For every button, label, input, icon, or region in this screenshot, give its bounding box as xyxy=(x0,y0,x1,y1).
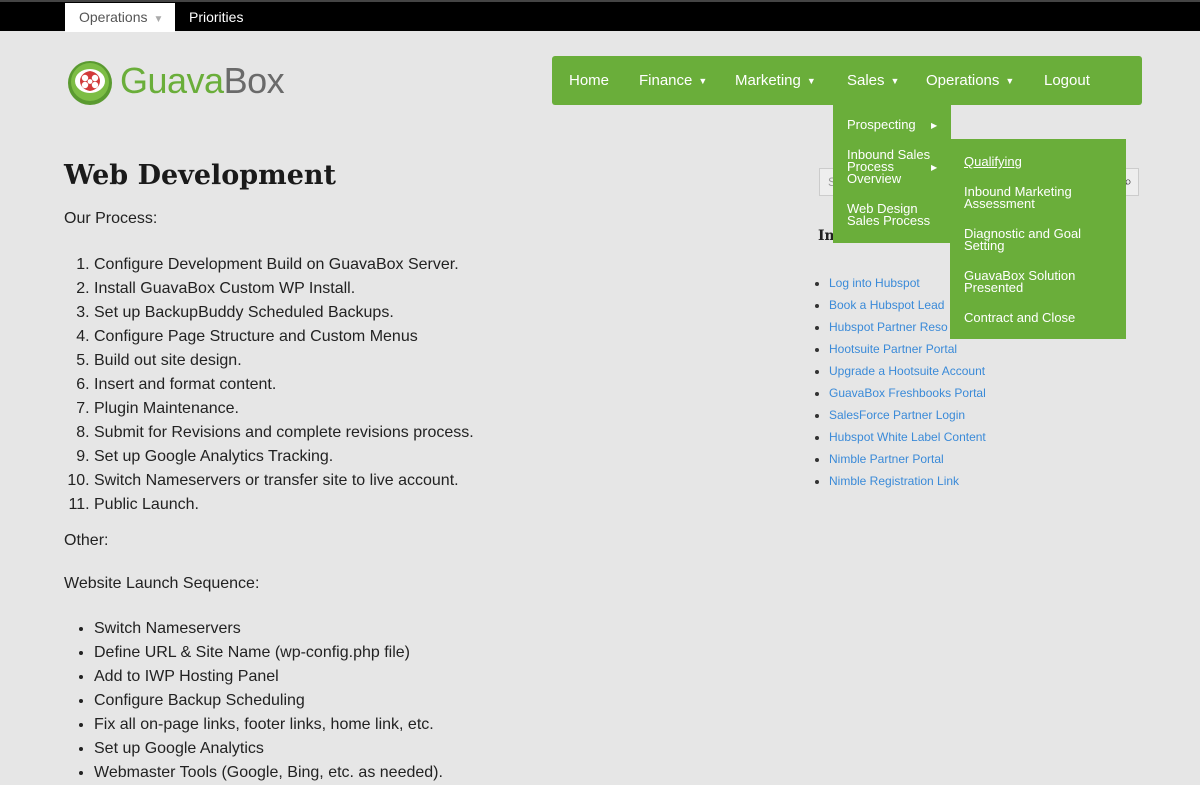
menu-item-label: Sales Process xyxy=(847,213,931,228)
menu-item-label: Qualifying xyxy=(964,154,1022,169)
menu-item-web-design-sales-process[interactable]: Web Design Sales Process xyxy=(847,202,931,228)
list-item: Plugin Maintenance. xyxy=(94,397,614,421)
list-item: Submit for Revisions and complete revisi… xyxy=(94,421,614,445)
launch-sequence-list: Switch Nameservers Define URL & Site Nam… xyxy=(56,617,614,785)
sidebar-link[interactable]: Nimble Partner Portal xyxy=(829,452,944,466)
nav-marketing[interactable]: Marketing ▼ xyxy=(735,56,816,105)
nav-home[interactable]: Home xyxy=(569,56,609,105)
list-item: SalesForce Partner Login xyxy=(829,404,1129,426)
menu-item-label: Contract and Close xyxy=(964,310,1076,325)
list-item: Add to IWP Hosting Panel xyxy=(94,665,614,689)
nav-sales-label: Sales xyxy=(847,72,885,89)
chevron-down-icon: ▼ xyxy=(1005,76,1015,86)
sidebar-link[interactable]: Hubspot Partner Reso xyxy=(829,320,948,334)
list-item: GuavaBox Freshbooks Portal xyxy=(829,382,1129,404)
tab-priorities[interactable]: Priorities xyxy=(189,3,243,32)
logo-text-guava: Guava xyxy=(120,60,224,101)
list-item: Public Launch. xyxy=(94,493,614,517)
list-item: Switch Nameservers or transfer site to l… xyxy=(94,469,614,493)
list-item: Configure Development Build on GuavaBox … xyxy=(94,253,614,277)
menu-item-inbound-sales-process[interactable]: Inbound Sales Process Overview xyxy=(847,148,930,186)
list-item: Define URL & Site Name (wp-config.php fi… xyxy=(94,641,614,665)
nav-sales[interactable]: Sales ▼ xyxy=(847,56,899,105)
list-item: Nimble Registration Link xyxy=(829,470,1129,492)
guava-logo-icon xyxy=(68,61,112,105)
menu-item-label: Assessment xyxy=(964,196,1035,211)
menu-item-qualifying[interactable]: Qualifying xyxy=(964,154,1114,169)
list-item: Fix all on-page links, footer links, hom… xyxy=(94,713,614,737)
list-item: Set up Google Analytics Tracking. xyxy=(94,445,614,469)
chevron-down-icon: ▼ xyxy=(890,76,900,86)
inbound-sales-submenu: Qualifying Inbound Marketing Assessment … xyxy=(950,139,1126,339)
tab-operations-label: Operations xyxy=(79,9,148,25)
chevron-right-icon: ▶ xyxy=(931,121,938,130)
list-item: Nimble Partner Portal xyxy=(829,448,1129,470)
process-steps-list: Configure Development Build on GuavaBox … xyxy=(56,253,614,517)
sidebar-link[interactable]: Hubspot White Label Content xyxy=(829,430,986,444)
menu-item-contract-and-close[interactable]: Contract and Close xyxy=(964,310,1114,325)
nav-operations[interactable]: Operations ▼ xyxy=(926,56,1014,105)
list-item: Webmaster Tools (Google, Bing, etc. as n… xyxy=(94,761,614,785)
list-item: Install GuavaBox Custom WP Install. xyxy=(94,277,614,301)
list-item: Configure Page Structure and Custom Menu… xyxy=(94,325,614,349)
sidebar-link[interactable]: SalesForce Partner Login xyxy=(829,408,965,422)
nav-logout[interactable]: Logout xyxy=(1044,56,1090,105)
page-title: Web Development xyxy=(64,160,337,191)
admin-bar: Operations ▼ Priorities xyxy=(0,0,1200,32)
launch-sequence-heading: Website Launch Sequence: xyxy=(64,575,260,592)
list-item: Set up BackupBuddy Scheduled Backups. xyxy=(94,301,614,325)
list-item: Set up Google Analytics xyxy=(94,737,614,761)
chevron-down-icon: ▼ xyxy=(806,76,816,86)
nav-logout-label: Logout xyxy=(1044,72,1090,89)
nav-home-label: Home xyxy=(569,72,610,89)
main-nav: Home Finance ▼ Marketing ▼ Sales ▼ Operatio… xyxy=(552,56,1142,105)
list-item: Upgrade a Hootsuite Account xyxy=(829,360,1129,382)
menu-item-solution-presented[interactable]: GuavaBox Solution Presented xyxy=(964,269,1114,295)
guavabox-logo[interactable]: GuavaBox xyxy=(66,58,306,106)
menu-item-label: Presented xyxy=(964,280,1024,295)
sidebar-link[interactable]: Hootsuite Partner Portal xyxy=(829,342,957,356)
chevron-right-icon: ▶ xyxy=(931,163,938,172)
menu-item-prospecting[interactable]: Prospecting xyxy=(847,117,916,132)
list-item: Hootsuite Partner Portal xyxy=(829,338,1129,360)
nav-marketing-label: Marketing xyxy=(735,72,801,89)
sidebar-link[interactable]: Log into Hubspot xyxy=(829,276,920,290)
tab-operations[interactable]: Operations ▼ xyxy=(65,3,175,32)
nav-finance-label: Finance xyxy=(639,72,693,89)
sidebar-link[interactable]: Upgrade a Hootsuite Account xyxy=(829,364,985,378)
our-process-label: Our Process: xyxy=(64,210,158,227)
sales-dropdown: Prospecting ▶ Inbound Sales Process Over… xyxy=(833,105,951,243)
chevron-down-icon: ▼ xyxy=(698,76,708,86)
menu-item-inbound-marketing-assessment[interactable]: Inbound Marketing Assessment xyxy=(964,185,1114,211)
nav-finance[interactable]: Finance ▼ xyxy=(639,56,707,105)
sidebar-link[interactable]: Nimble Registration Link xyxy=(829,474,959,488)
list-item: Hubspot White Label Content xyxy=(829,426,1129,448)
menu-item-label: Prospecting xyxy=(847,117,916,132)
menu-item-label: Overview xyxy=(847,171,902,186)
logo-text-box: Box xyxy=(223,60,285,101)
list-item: Insert and format content. xyxy=(94,373,614,397)
chevron-down-icon: ▼ xyxy=(153,14,164,25)
list-item: Switch Nameservers xyxy=(94,617,614,641)
list-item: Configure Backup Scheduling xyxy=(94,689,614,713)
sidebar-link[interactable]: GuavaBox Freshbooks Portal xyxy=(829,386,986,400)
list-item: Build out site design. xyxy=(94,349,614,373)
other-label: Other: xyxy=(64,532,109,549)
sidebar-link[interactable]: Book a Hubspot Lead xyxy=(829,298,944,312)
menu-item-diagnostic-goal-setting[interactable]: Diagnostic and Goal Setting xyxy=(964,227,1114,253)
nav-operations-label: Operations xyxy=(926,72,1000,89)
menu-item-label: Setting xyxy=(964,238,1005,253)
